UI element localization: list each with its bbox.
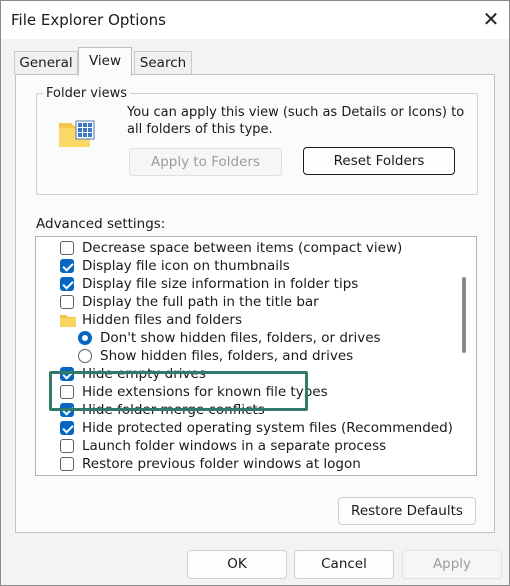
close-icon[interactable]: ✕	[479, 7, 503, 31]
list-item-label: Hidden files and folders	[82, 312, 242, 328]
tab-general[interactable]: General	[14, 51, 78, 74]
scrollbar-thumb[interactable]	[462, 277, 466, 353]
tab-view[interactable]: View	[78, 47, 132, 76]
checkbox[interactable]	[60, 277, 74, 291]
annotation-highlight-box	[49, 371, 308, 411]
apply-to-folders-button[interactable]: Apply to Folders	[129, 148, 282, 176]
checkbox[interactable]	[60, 439, 74, 453]
restore-defaults-button[interactable]: Restore Defaults	[338, 497, 476, 525]
list-item-label: Display file size information in folder …	[82, 276, 359, 292]
folder-views-description: You can apply this view (such as Details…	[127, 105, 465, 137]
folder-grid-icon	[57, 117, 97, 151]
tab-search[interactable]: Search	[134, 51, 192, 74]
window-title: File Explorer Options	[11, 11, 166, 29]
cancel-button[interactable]: Cancel	[294, 550, 394, 579]
advanced-settings-list[interactable]: Decrease space between items (compact vi…	[35, 236, 477, 476]
checkbox[interactable]	[60, 295, 74, 309]
list-item-label: Display the full path in the title bar	[82, 294, 319, 310]
apply-button[interactable]: Apply	[402, 550, 502, 579]
folder-views-legend: Folder views	[43, 86, 131, 101]
list-item-label: Restore previous folder windows at logon	[82, 456, 361, 472]
folder-icon	[60, 313, 76, 332]
list-item-label: Display file icon on thumbnails	[82, 258, 290, 274]
checkbox[interactable]	[60, 241, 74, 255]
ok-button[interactable]: OK	[187, 550, 287, 579]
reset-folders-button[interactable]: Reset Folders	[303, 147, 455, 175]
file-explorer-options-dialog: File Explorer Options ✕ General View Sea…	[0, 0, 510, 586]
checkbox[interactable]	[60, 259, 74, 273]
list-item-label: Hide protected operating system files (R…	[82, 420, 453, 436]
radio-button[interactable]	[78, 331, 92, 345]
title-bar: File Explorer Options ✕	[1, 1, 509, 39]
list-item-label: Launch folder windows in a separate proc…	[82, 438, 387, 454]
list-item-label: Don't show hidden files, folders, or dri…	[100, 330, 381, 346]
radio-button[interactable]	[78, 349, 92, 363]
checkbox[interactable]	[60, 457, 74, 471]
advanced-settings-label: Advanced settings:	[36, 216, 166, 232]
list-item-label: Show hidden files, folders, and drives	[100, 348, 354, 364]
checkbox[interactable]	[60, 421, 74, 435]
list-item-label: Decrease space between items (compact vi…	[82, 240, 403, 256]
